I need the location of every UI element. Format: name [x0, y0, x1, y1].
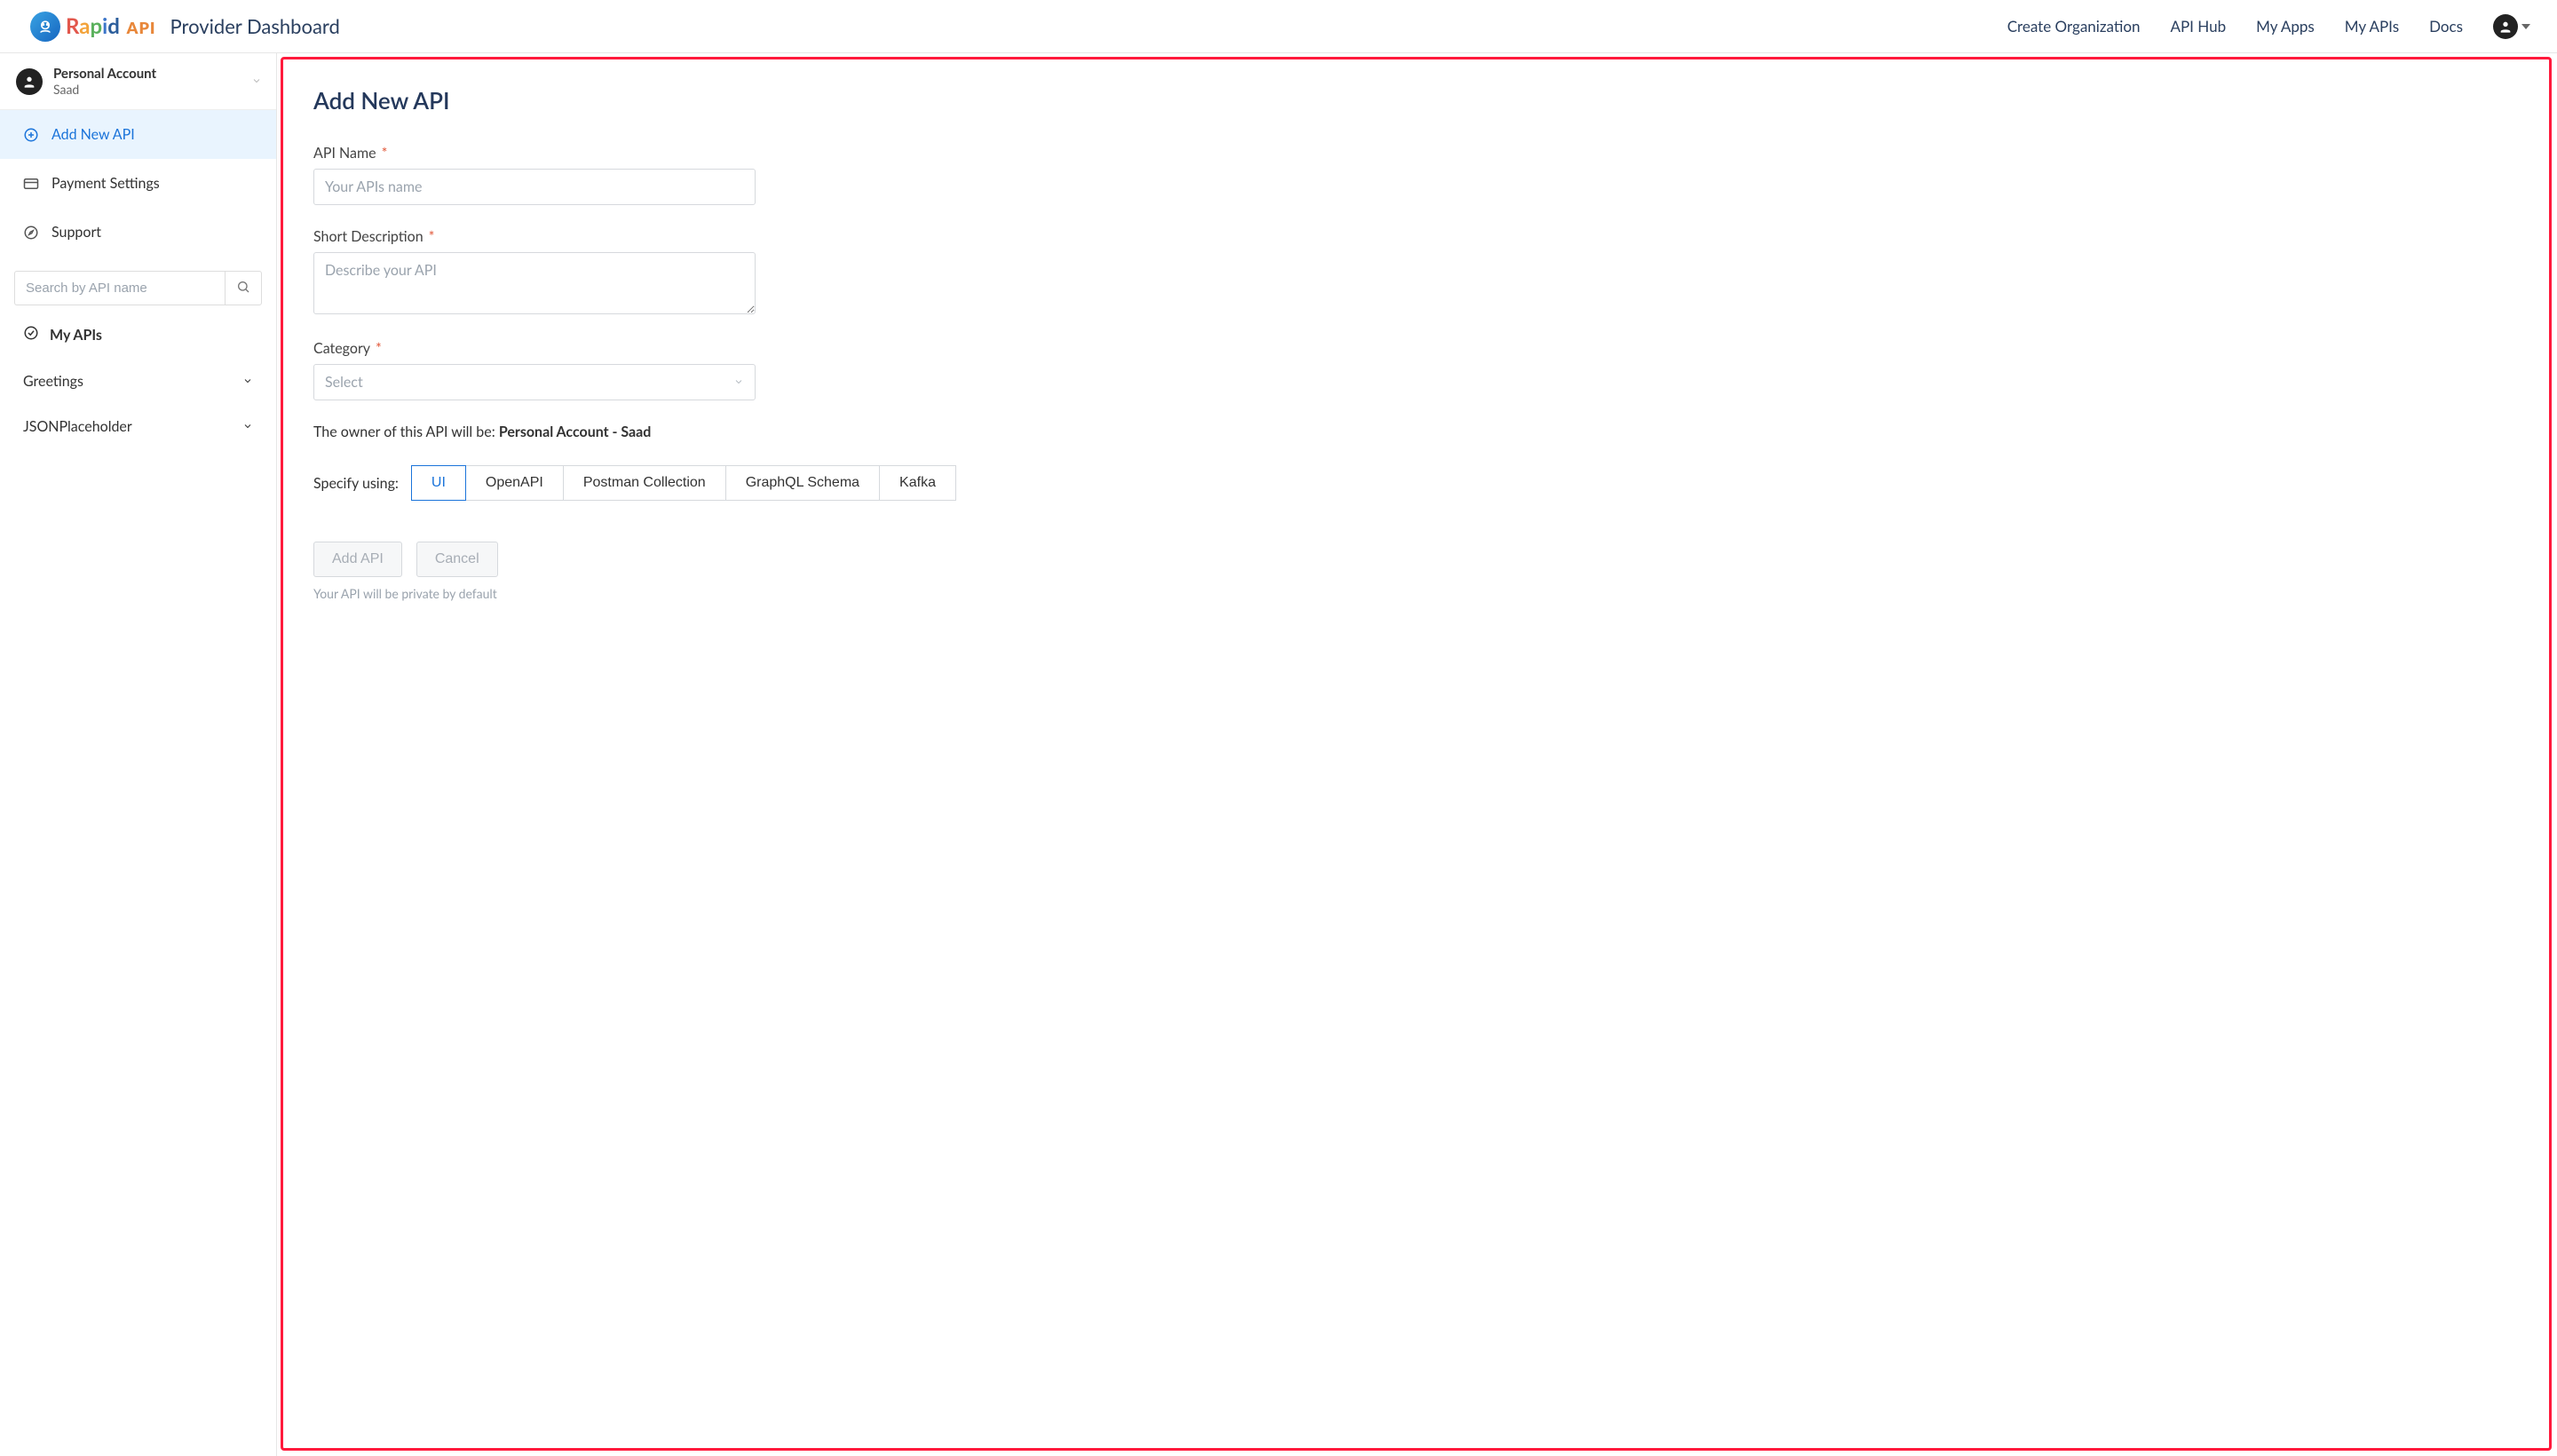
account-username: Saad: [53, 82, 156, 97]
nav-create-organization[interactable]: Create Organization: [2007, 17, 2141, 36]
select-placeholder: Select: [325, 374, 363, 391]
account-text: Personal Account Saad: [53, 66, 156, 97]
specify-option-graphql[interactable]: GraphQL Schema: [726, 465, 880, 501]
plus-circle-icon: [23, 127, 39, 143]
required-marker: *: [376, 340, 382, 357]
nav-my-apis[interactable]: My APIs: [2345, 17, 2399, 36]
chevron-down-icon: [251, 74, 262, 89]
owner-line: The owner of this API will be: Personal …: [313, 423, 2519, 440]
sidebar-api-name: JSONPlaceholder: [23, 418, 132, 435]
field-label: Category: [313, 340, 370, 357]
add-api-button[interactable]: Add API: [313, 542, 402, 577]
field-label: Short Description: [313, 228, 424, 245]
field-category: Category * Select: [313, 340, 2519, 400]
logo[interactable]: Rapid API: [30, 12, 156, 42]
sidebar-api-item[interactable]: JSONPlaceholder: [0, 404, 276, 449]
sidebar-item-label: Add New API: [51, 126, 135, 143]
sidebar-section-label: My APIs: [50, 327, 102, 344]
logo-mark-icon: [30, 12, 60, 42]
top-nav: Create Organization API Hub My Apps My A…: [2007, 14, 2530, 39]
specify-segmented-control: UI OpenAPI Postman Collection GraphQL Sc…: [411, 465, 956, 501]
specify-label: Specify using:: [313, 475, 399, 492]
specify-option-kafka[interactable]: Kafka: [880, 465, 956, 501]
sidebar-item-label: Payment Settings: [51, 175, 160, 192]
main: Add New API API Name * Short Description…: [277, 53, 2557, 1456]
brand-block: Rapid API Provider Dashboard: [30, 12, 340, 42]
search-button[interactable]: [225, 271, 262, 305]
sidebar-api-item[interactable]: Greetings: [0, 359, 276, 404]
user-menu[interactable]: [2493, 14, 2530, 39]
avatar-icon: [2493, 14, 2518, 39]
body: Personal Account Saad Add New API Paymen…: [0, 53, 2557, 1456]
sidebar-search: [14, 271, 262, 305]
sidebar-api-name: Greetings: [23, 373, 83, 390]
chevron-down-icon: [242, 418, 253, 435]
sidebar-item-payment-settings[interactable]: Payment Settings: [0, 159, 276, 208]
category-select[interactable]: Select: [313, 364, 756, 400]
sidebar-item-support[interactable]: Support: [0, 208, 276, 257]
account-type-label: Personal Account: [53, 66, 156, 82]
chevron-down-icon: [733, 374, 744, 391]
caret-down-icon: [2521, 24, 2530, 29]
form-actions: Add API Cancel: [313, 542, 2519, 577]
logo-text: Rapid API: [66, 13, 156, 39]
specify-option-ui[interactable]: UI: [411, 465, 466, 501]
field-api-name: API Name *: [313, 145, 2519, 205]
sidebar: Personal Account Saad Add New API Paymen…: [0, 53, 277, 1456]
specify-option-openapi[interactable]: OpenAPI: [466, 465, 564, 501]
avatar-icon: [16, 68, 43, 95]
search-input[interactable]: [14, 271, 225, 305]
cancel-button[interactable]: Cancel: [416, 542, 498, 577]
credit-card-icon: [23, 176, 39, 192]
api-name-input[interactable]: [313, 169, 756, 205]
private-hint: Your API will be private by default: [313, 586, 2519, 601]
sidebar-section-my-apis: My APIs: [0, 311, 276, 359]
check-circle-icon: [23, 325, 39, 344]
compass-icon: [23, 225, 39, 241]
specify-option-postman[interactable]: Postman Collection: [564, 465, 726, 501]
sidebar-item-label: Support: [51, 224, 101, 241]
nav-api-hub[interactable]: API Hub: [2170, 17, 2226, 36]
field-short-description: Short Description *: [313, 228, 2519, 317]
owner-value: Personal Account - Saad: [499, 423, 652, 440]
sidebar-item-add-new-api[interactable]: Add New API: [0, 110, 276, 159]
top-bar: Rapid API Provider Dashboard Create Orga…: [0, 0, 2557, 53]
required-marker: *: [382, 145, 388, 162]
dashboard-title: Provider Dashboard: [170, 14, 340, 38]
field-label: API Name: [313, 145, 376, 162]
search-icon: [236, 280, 250, 297]
short-description-input[interactable]: [313, 252, 756, 314]
required-marker: *: [429, 228, 435, 245]
specify-using-row: Specify using: UI OpenAPI Postman Collec…: [313, 465, 2519, 501]
page-title: Add New API: [313, 86, 2519, 115]
account-switcher[interactable]: Personal Account Saad: [0, 53, 276, 110]
owner-prefix: The owner of this API will be:: [313, 423, 499, 440]
nav-docs[interactable]: Docs: [2429, 17, 2463, 36]
nav-my-apps[interactable]: My Apps: [2256, 17, 2315, 36]
highlighted-region: Add New API API Name * Short Description…: [281, 57, 2552, 1451]
chevron-down-icon: [242, 373, 253, 390]
